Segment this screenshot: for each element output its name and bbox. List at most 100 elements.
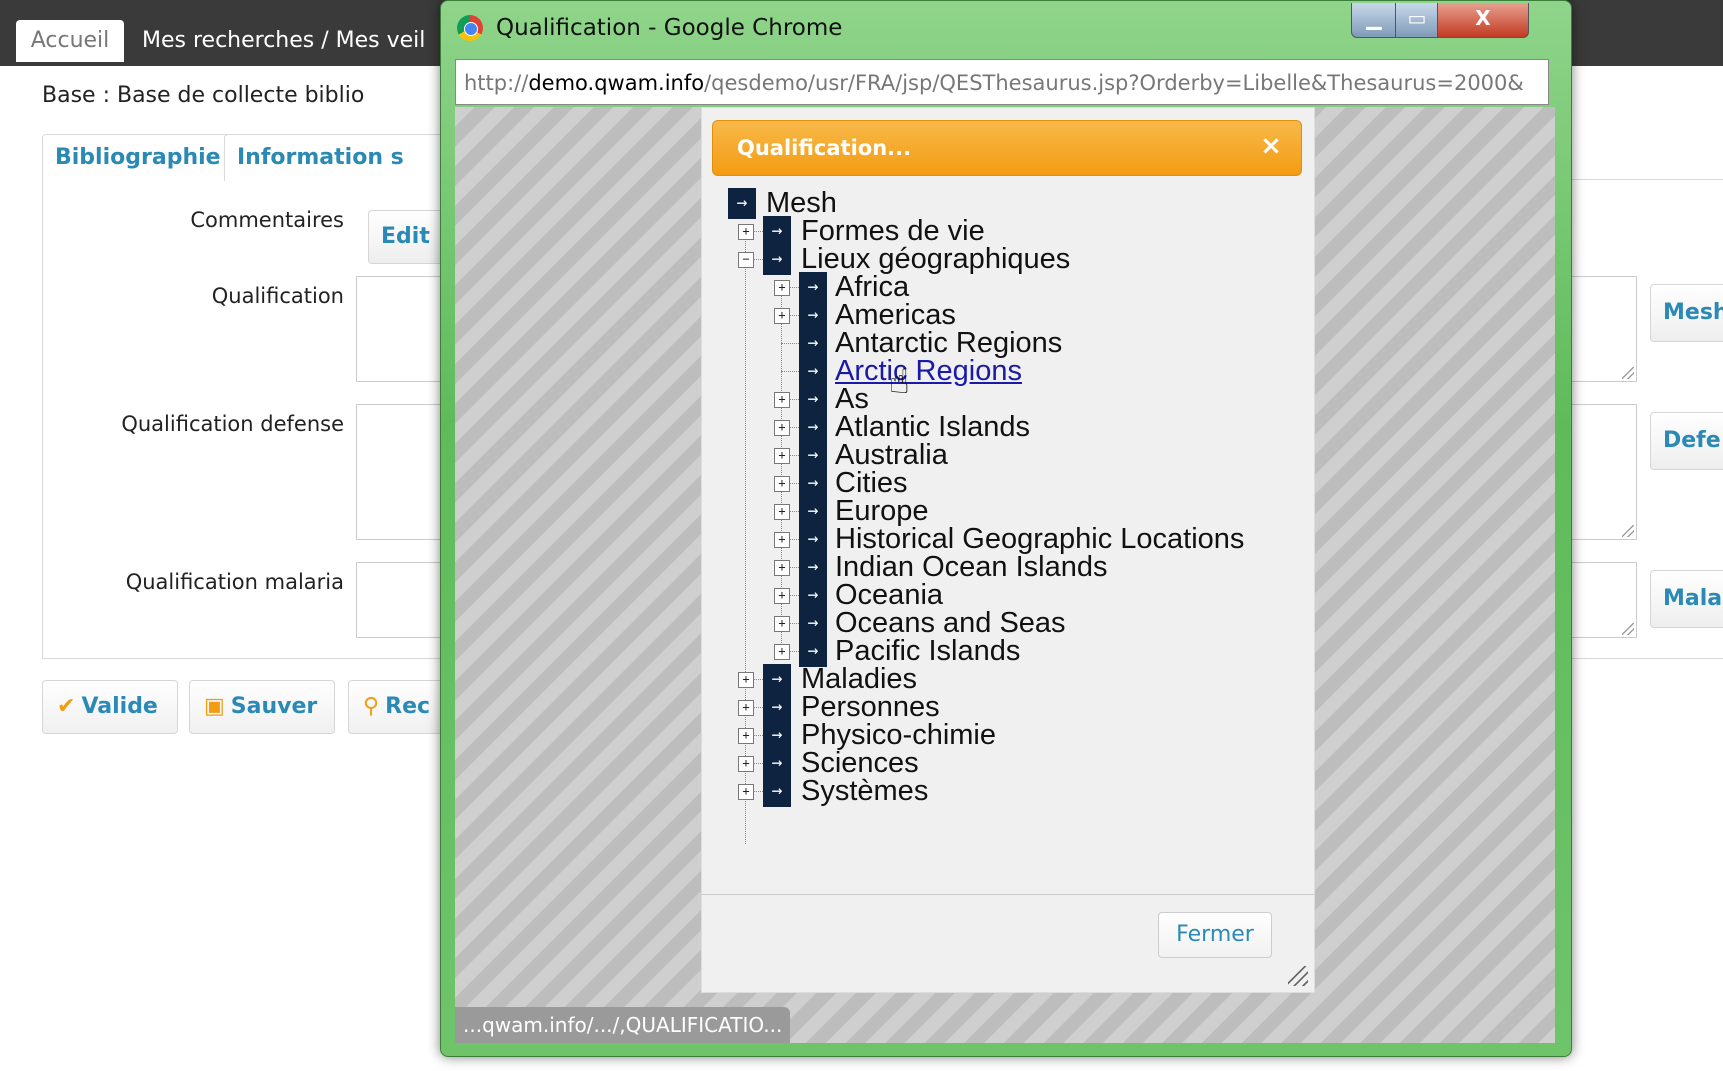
tree-arrow-icon: → — [799, 300, 827, 331]
resize-grip-icon[interactable] — [1288, 966, 1308, 986]
tree-node-lieux-geographiques[interactable]: − → Lieux géographiques — [702, 244, 1302, 275]
tree-arrow-icon: → — [763, 748, 791, 779]
tree-arrow-icon: → — [799, 552, 827, 583]
expand-plus-icon[interactable]: + — [774, 644, 790, 660]
base-label: Base : Base de collecte biblio — [42, 83, 365, 108]
dialog-close-icon[interactable]: × — [1259, 133, 1283, 159]
collapse-minus-icon[interactable]: − — [738, 252, 754, 268]
expand-plus-icon[interactable]: + — [774, 504, 790, 520]
url-path: /qesdemo/usr/FRA/jsp/QESThesaurus.jsp?Or… — [704, 71, 1524, 95]
tree-arrow-icon: → — [799, 496, 827, 527]
minimize-icon[interactable]: ▁ — [1351, 3, 1397, 38]
tree-arrow-icon: → — [763, 720, 791, 751]
tree-node-maladies[interactable]: + → Maladies — [702, 664, 1302, 695]
expand-plus-icon[interactable]: + — [774, 392, 790, 408]
save-icon: ▣ — [204, 694, 225, 719]
nav-tab-mes-recherches[interactable]: Mes recherches / Mes veil — [142, 20, 425, 62]
malaria-button[interactable]: Mala — [1650, 570, 1723, 628]
tree-arrow-icon: → — [763, 244, 791, 275]
tab-bibliographie[interactable]: Bibliographie — [42, 134, 244, 181]
tree-node-place[interactable]: + → Cities — [702, 468, 1312, 499]
expand-plus-icon[interactable]: + — [774, 308, 790, 324]
tree-node-place-hovered[interactable]: → Arctic Regions — [702, 356, 1312, 387]
tree-node-personnes[interactable]: + → Personnes — [702, 692, 1302, 723]
expand-plus-icon[interactable]: + — [774, 532, 790, 548]
tree-arrow-icon: → — [799, 356, 827, 387]
tree-node-physico-chimie[interactable]: + → Physico-chimie — [702, 720, 1302, 751]
defense-button[interactable]: Defe — [1650, 412, 1723, 470]
qualification-defense-label: Qualification defense — [121, 412, 344, 436]
tree-node-place[interactable]: + → Indian Ocean Islands — [702, 552, 1312, 583]
chrome-popup-window: Qualification - Google Chrome ▁ ▭ X http… — [440, 0, 1572, 1057]
tree-node-place[interactable]: + → Atlantic Islands — [702, 412, 1312, 443]
expand-plus-icon[interactable]: + — [738, 784, 754, 800]
dialog-title: Qualification... — [737, 136, 912, 160]
page-viewport: Qualification... × → Mesh + → Formes de … — [455, 107, 1555, 1043]
expand-plus-icon[interactable]: + — [774, 420, 790, 436]
tree-node-sciences[interactable]: + → Sciences — [702, 748, 1302, 779]
rec-label: Rec — [385, 694, 431, 719]
search-icon: ⚲ — [363, 694, 380, 719]
expand-plus-icon[interactable]: + — [738, 700, 754, 716]
qualification-dialog: Qualification... × → Mesh + → Formes de … — [701, 107, 1315, 993]
tree-arrow-icon: → — [799, 608, 827, 639]
qualification-textarea[interactable] — [356, 276, 448, 382]
tree-arrow-icon: → — [799, 524, 827, 555]
qualification-defense-textarea-right[interactable] — [1570, 404, 1637, 540]
chrome-logo-icon — [457, 15, 483, 41]
tree-arrow-icon: → — [799, 412, 827, 443]
tree-arrow-icon: → — [799, 468, 827, 499]
address-bar[interactable]: http://demo.qwam.info/qesdemo/usr/FRA/js… — [455, 59, 1549, 105]
expand-plus-icon[interactable]: + — [774, 280, 790, 296]
window-close-button[interactable]: X — [1437, 3, 1529, 38]
qualification-label: Qualification — [211, 284, 344, 308]
tree-arrow-icon: → — [728, 188, 756, 219]
expand-plus-icon[interactable]: + — [738, 756, 754, 772]
expand-plus-icon[interactable]: + — [774, 476, 790, 492]
qualification-malaria-textarea[interactable] — [356, 562, 448, 638]
status-bar: ...qwam.info/.../,QUALIFICATIO... — [455, 1007, 791, 1043]
commentaires-label: Commentaires — [190, 208, 344, 232]
valide-button[interactable]: ✔ Valide — [42, 680, 178, 734]
tree-arrow-icon: → — [763, 216, 791, 247]
nav-tab-accueil[interactable]: Accueil — [16, 20, 124, 62]
sauver-label: Sauver — [230, 694, 318, 719]
url-prefix: http:// — [464, 71, 529, 95]
tree-arrow-icon: → — [799, 272, 827, 303]
qualification-textarea-right[interactable] — [1570, 276, 1637, 382]
check-icon: ✔ — [57, 694, 76, 719]
hand-cursor-icon: ☝ — [889, 362, 910, 402]
tree-arrow-icon: → — [799, 328, 827, 359]
expand-plus-icon[interactable]: + — [774, 616, 790, 632]
valide-label: Valide — [81, 694, 158, 719]
tree-arrow-icon: → — [799, 384, 827, 415]
url-domain: demo.qwam.info — [528, 71, 705, 95]
expand-plus-icon[interactable]: + — [774, 560, 790, 576]
tree-node-place[interactable]: + → Pacific Islands — [702, 636, 1312, 667]
mesh-button[interactable]: Mesh — [1650, 284, 1723, 342]
expand-plus-icon[interactable]: + — [774, 588, 790, 604]
window-title: Qualification - Google Chrome — [496, 15, 843, 41]
qualification-defense-textarea[interactable] — [356, 404, 448, 540]
tree-node-place[interactable]: + → Australia — [702, 440, 1312, 471]
tree-node-systemes[interactable]: + → Systèmes — [702, 776, 1302, 807]
tree-node-place[interactable]: + → Africa — [702, 272, 1312, 303]
qualification-malaria-label: Qualification malaria — [125, 570, 344, 594]
sauver-button[interactable]: ▣ Sauver — [189, 680, 335, 734]
tree-arrow-icon: → — [799, 580, 827, 611]
tree-arrow-icon: → — [763, 776, 791, 807]
fermer-button[interactable]: Fermer — [1158, 912, 1272, 958]
tree-arrow-icon: → — [799, 440, 827, 471]
tree-arrow-icon: → — [763, 692, 791, 723]
tab-information[interactable]: Information s — [224, 134, 450, 181]
dialog-titlebar: Qualification... × — [712, 120, 1302, 176]
expand-plus-icon[interactable]: + — [738, 224, 754, 240]
qualification-malaria-textarea-right[interactable] — [1570, 562, 1637, 638]
maximize-icon[interactable]: ▭ — [1395, 3, 1439, 38]
tree-label: Systèmes — [801, 775, 929, 807]
dialog-footer-divider — [702, 894, 1314, 895]
expand-plus-icon[interactable]: + — [774, 448, 790, 464]
expand-plus-icon[interactable]: + — [738, 672, 754, 688]
expand-plus-icon[interactable]: + — [738, 728, 754, 744]
tree-arrow-icon: → — [763, 664, 791, 695]
